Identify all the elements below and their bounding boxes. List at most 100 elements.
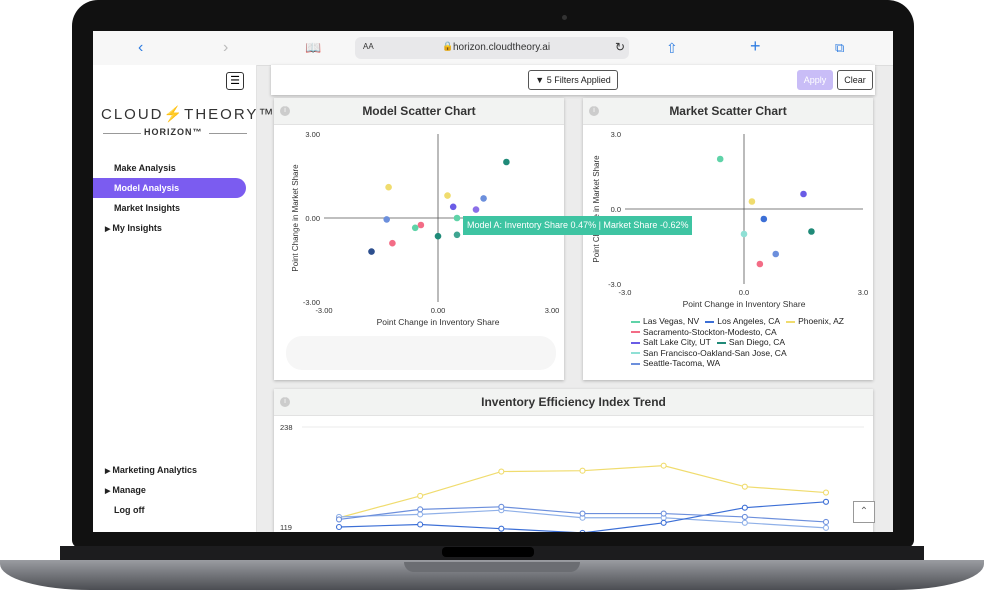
trend-point [498,503,505,510]
lock-icon: 🔒 [442,41,454,51]
sidebar: ☰ CLOUD⚡THEORY™ HORIZON™ Make Analysis M… [93,65,276,532]
scroll-top-button[interactable]: ⌃ [853,501,875,523]
x-tick-label: 0.0 [739,288,749,297]
legend-label: Los Angeles, CA [717,316,781,326]
scatter-point [760,215,768,223]
forward-icon[interactable]: › [223,38,228,58]
url-text: horizon.cloudtheory.ai [453,42,551,53]
trend-point [660,519,667,526]
legend-item[interactable]: Salt Lake City, UT [631,337,711,347]
hamburger-menu-icon[interactable]: ☰ [226,72,244,90]
x-axis-label: Point Change in Inventory Share [377,317,500,327]
sidebar-item-log-off[interactable]: Log off [93,500,246,520]
trend-point [822,498,830,505]
model-scatter-card: i Model Scatter Chart 3.00 0.00 -3.00 -3.00… [274,98,564,380]
laptop-notch [404,562,580,572]
browser-toolbar: ‹ › 📖 AA 🔒 horizon.cloudtheory.ai ↻ ⇧ + … [93,31,893,66]
trend-card: i Inventory Efficiency Index Trend 238 11… [274,389,873,532]
market-legend: Las Vegas, NV Los Angeles, CA Phoenix, AZ S… [631,316,871,369]
trend-point [741,504,748,511]
filter-icon: ▼ [535,75,545,85]
horizon-logo: HORIZON™ [101,127,251,141]
x-tick-label: 0.00 [431,306,446,315]
x-tick-label: -3.00 [315,306,332,315]
legend-item[interactable]: San Francisco-Oakland-San Jose, CA [631,348,787,358]
legend-row: Las Vegas, NV Los Angeles, CA Phoenix, AZ [631,316,871,327]
trend-point [660,462,667,469]
bookmarks-icon[interactable]: 📖 [305,38,321,58]
trend-point [579,510,586,517]
sidebar-item-make-analysis[interactable]: Make Analysis [93,158,246,178]
sidebar-item-my-insights[interactable]: ▶ My Insights [93,218,246,238]
scatter-point [472,206,480,213]
back-icon[interactable]: ‹ [138,38,143,58]
y-tick-label: 3.00 [305,130,320,139]
scatter-point [503,158,510,166]
x-tick-label: 3.00 [545,306,560,315]
trend-point [417,492,424,499]
sidebar-item-market-insights[interactable]: Market Insights [93,198,246,218]
scatter-point [368,248,375,255]
sidebar-item-manage[interactable]: ▶ Manage [93,480,246,500]
y-tick-label: 3.0 [611,130,621,139]
legend-swatch [705,320,715,323]
new-tab-icon[interactable]: + [750,36,761,56]
legend-swatch [631,331,640,334]
filters-applied-button[interactable]: ▼ 5 Filters Applied [528,70,618,90]
url-bar[interactable]: AA 🔒 horizon.cloudtheory.ai ↻ [355,37,629,59]
tabs-icon[interactable]: ⧉ [835,38,844,58]
legend-item[interactable]: Las Vegas, NV [631,316,699,326]
legend-item[interactable]: San Diego, CA [716,337,786,347]
trend-point [660,510,667,517]
card-header: i Model Scatter Chart [274,98,564,125]
trend-point [741,519,748,526]
legend-item[interactable]: Los Angeles, CA [705,316,780,326]
scatter-point [449,203,457,211]
trend-point [741,483,748,490]
legend-swatch [786,320,796,323]
sidebar-item-model-analysis[interactable]: Model Analysis [93,178,246,198]
market-scatter-card: i Market Scatter Chart 3.0 0.0 -3.0 -3.0 0.0… [583,98,873,380]
legend-row: San Francisco-Oakland-San Jose, CA [631,348,871,359]
trend-point [822,524,830,531]
card-header: i Inventory Efficiency Index Trend [274,389,873,416]
legend-label: San Diego, CA [728,337,786,347]
trend-point [498,468,505,475]
legend-label: Salt Lake City, UT [643,337,711,347]
reload-icon[interactable]: ↻ [615,40,625,54]
chart-tooltip: Model A: Inventory Share 0.47% | Market … [463,216,693,235]
legend-item[interactable]: Seattle-Tacoma, WA [631,358,720,368]
scatter-point [411,224,419,232]
scatter-point [383,216,390,223]
trend-point [498,525,505,532]
trend-point [741,513,748,520]
legend-item[interactable]: Sacramento-Stockton-Modesto, CA [631,327,777,337]
x-tick-label: 3.0 [858,288,868,297]
empty-slot [286,336,556,370]
share-icon[interactable]: ⇧ [666,38,678,58]
legend-swatch [631,352,640,355]
chevron-up-icon: ⌃ [859,506,869,517]
legend-label: Phoenix, AZ [798,316,844,326]
trend-point [417,521,424,528]
trend-point [417,511,424,518]
clear-button[interactable]: Clear [837,70,873,90]
legend-item[interactable]: Phoenix, AZ [786,316,844,326]
apply-button[interactable]: Apply [797,70,833,90]
scatter-point [716,155,724,163]
reader-aa-button[interactable]: AA [363,42,374,51]
scatter-point [453,231,461,239]
trend-point [822,518,830,526]
screen: ‹ › 📖 AA 🔒 horizon.cloudtheory.ai ↻ ⇧ + … [93,31,893,532]
scatter-point [772,250,780,258]
sidebar-item-marketing-analytics[interactable]: ▶ Marketing Analytics [93,460,246,480]
scatter-point [800,190,807,198]
y-tick-label: 119 [280,523,292,532]
logo: CLOUD⚡THEORY™ [101,106,276,123]
legend-swatch [631,362,640,365]
trend-title: Inventory Efficiency Index Trend [481,395,666,409]
x-axis-label: Point Change in Inventory Share [683,299,806,309]
filter-bar: ▼ 5 Filters Applied Apply Clear [271,65,875,95]
trend-point [579,467,586,474]
scatter-point [480,195,487,202]
